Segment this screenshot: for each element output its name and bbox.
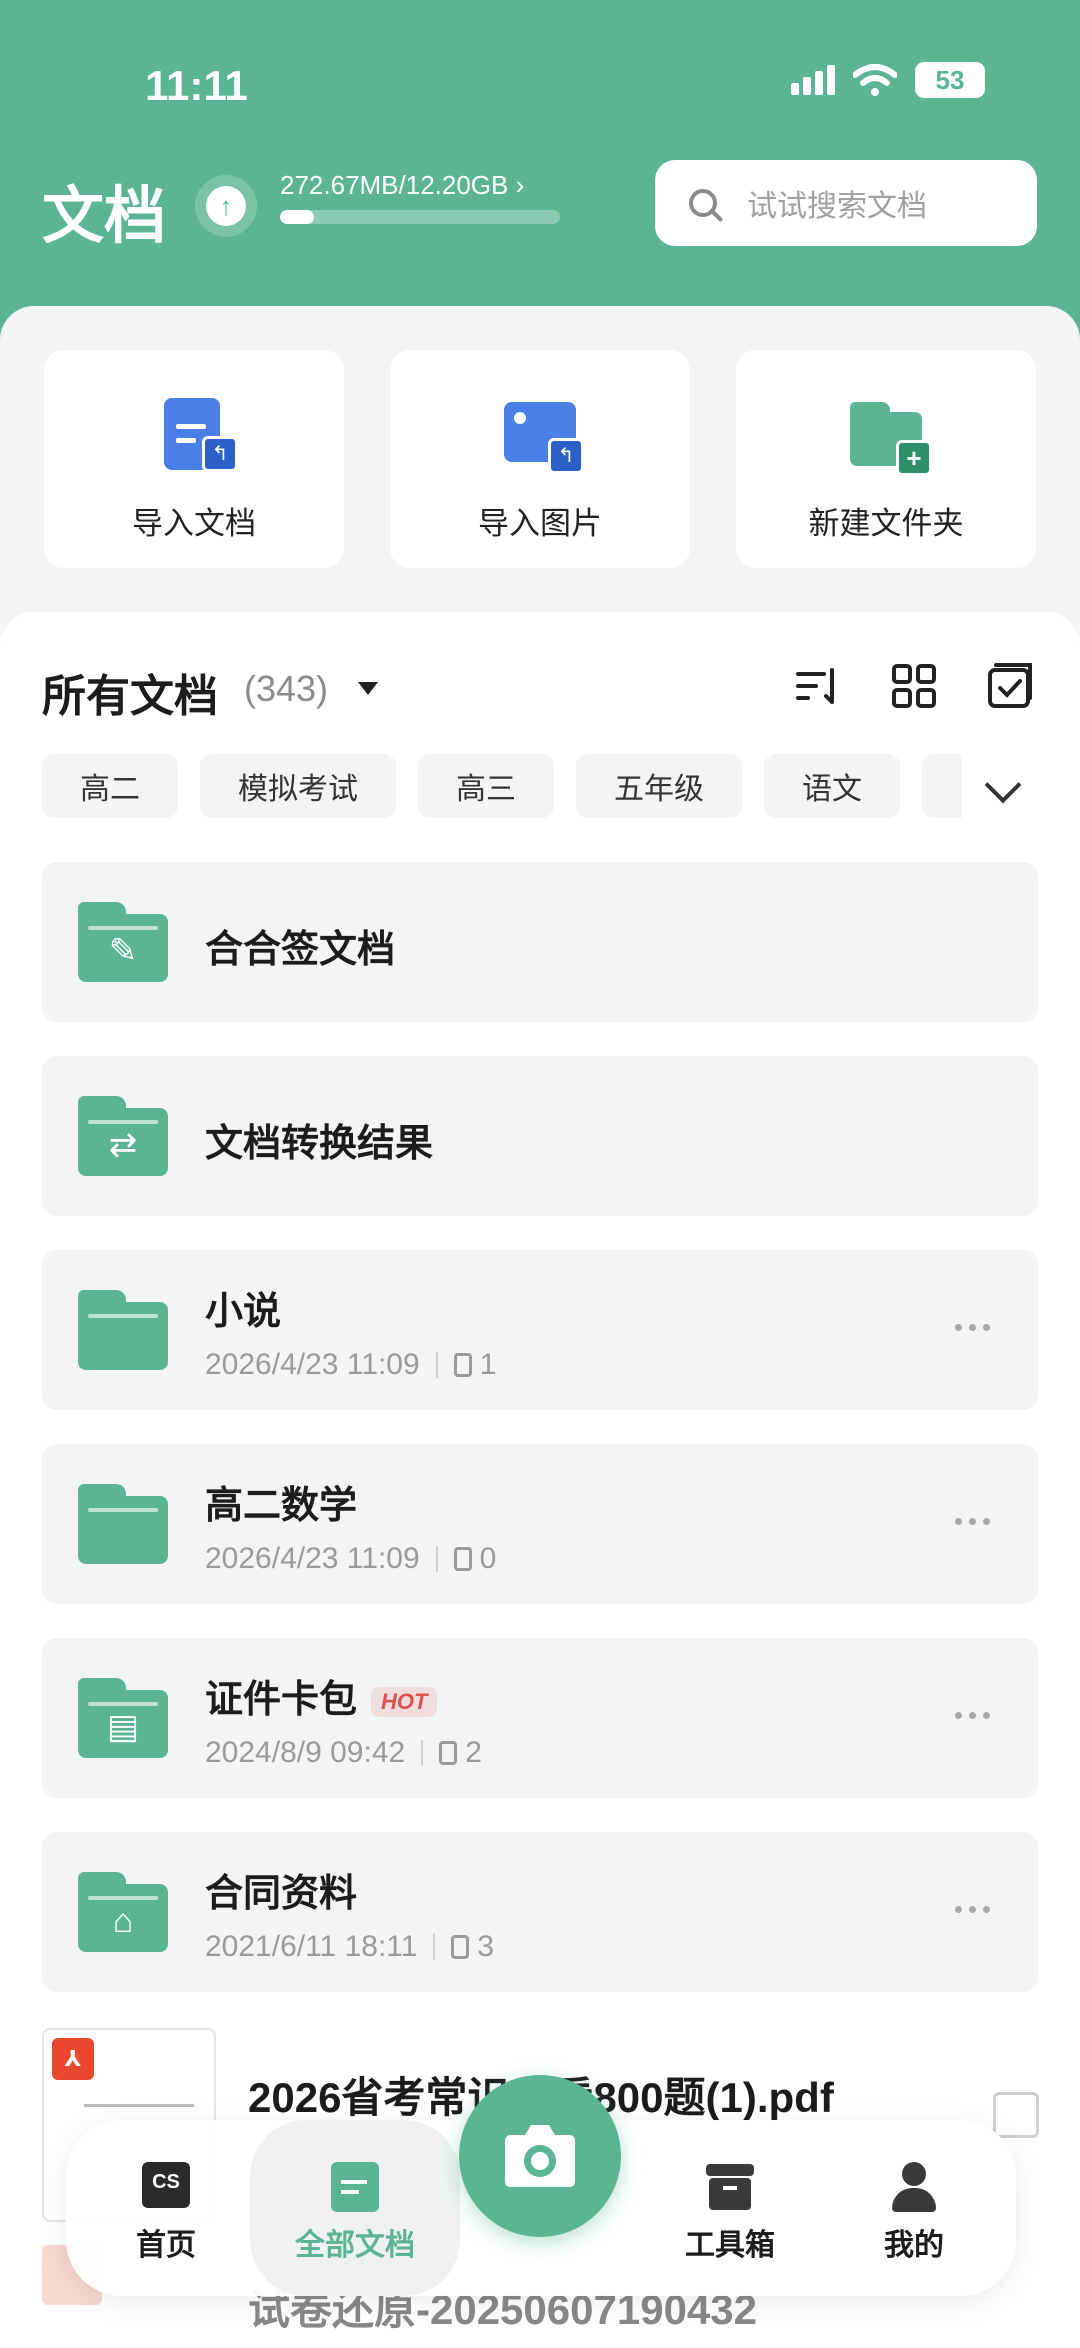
document-count-icon — [453, 1547, 472, 1571]
import-image-icon: ↰ — [500, 398, 584, 474]
convert-folder-icon: ⇄ — [78, 1096, 168, 1176]
cellular-signal-icon — [791, 65, 835, 95]
folder-name: 高二数学 — [205, 1485, 358, 1527]
signature-folder-icon: ✎ — [78, 902, 168, 982]
cloud-upload-icon: ↑ — [206, 186, 246, 226]
folder-row[interactable]: 高二数学 2026/4/23 11:09 0 — [42, 1444, 1038, 1604]
search-input[interactable]: 试试搜索文档 — [655, 160, 1037, 246]
folder-name: 合同资料 — [205, 1873, 358, 1915]
search-placeholder: 试试搜索文档 — [747, 190, 927, 223]
id-card-folder-icon: ▤ — [78, 1678, 168, 1758]
pdf-icon: ⅄ — [52, 2038, 94, 2080]
search-icon — [689, 189, 717, 217]
document-count[interactable]: (343) — [244, 668, 328, 710]
import-image-label: 导入图片 — [478, 506, 602, 541]
folder-row[interactable]: ⇄ 文档转换结果 — [42, 1056, 1038, 1216]
storage-usage-text: 272.67MB/12.20GB — [280, 170, 509, 200]
battery-icon: 53 — [915, 62, 985, 98]
chevron-right-icon: › — [515, 170, 525, 200]
new-folder-icon: + — [846, 398, 932, 476]
tag-chip[interactable]: 高三 — [418, 754, 554, 818]
tag-chip[interactable]: 五年级 — [576, 754, 742, 818]
storage-progress-bar — [280, 210, 560, 224]
grid-view-icon[interactable] — [890, 662, 938, 710]
folder-row[interactable]: ▤ 证件卡包 HOT 2024/8/9 09:42 2 — [42, 1638, 1038, 1798]
folder-icon — [78, 1290, 168, 1370]
tag-chip[interactable]: 高二 — [42, 754, 178, 818]
storage-progress-fill — [280, 210, 314, 224]
folder-date: 2026/4/23 11:09 — [205, 1542, 420, 1575]
folder-name: 证件卡包 HOT — [205, 1668, 438, 1723]
nav-all-documents-label: 全部文档 — [295, 2229, 415, 2262]
camera-icon — [505, 2125, 575, 2187]
status-time: 11:11 — [145, 62, 248, 109]
file-select-checkbox[interactable] — [993, 2092, 1039, 2138]
sort-icon[interactable] — [794, 662, 842, 710]
folder-icon — [78, 1484, 168, 1564]
folder-name: 合合签文档 — [205, 929, 396, 971]
more-options-icon[interactable] — [955, 1712, 990, 1719]
wifi-icon — [853, 64, 897, 96]
profile-icon — [890, 2162, 938, 2212]
folder-date: 2026/4/23 11:09 — [205, 1348, 420, 1381]
nav-profile[interactable]: 我的 — [834, 2120, 994, 2296]
multi-select-icon[interactable] — [986, 662, 1034, 710]
storage-usage[interactable]: 272.67MB/12.20GB › — [280, 170, 524, 201]
folder-meta: 2026/4/23 11:09 1 — [205, 1348, 496, 1382]
contract-folder-icon: ⌂ — [78, 1872, 168, 1952]
folder-row[interactable]: ✎ 合合签文档 — [42, 862, 1038, 1022]
document-count-icon — [439, 1741, 458, 1765]
folder-meta: 2021/6/11 18:11 3 — [205, 1930, 494, 1964]
folder-file-count: 2 — [465, 1736, 482, 1769]
more-options-icon[interactable] — [955, 1906, 990, 1913]
more-options-icon[interactable] — [955, 1324, 990, 1331]
nav-toolbox-label: 工具箱 — [685, 2229, 775, 2262]
more-options-icon[interactable] — [955, 1518, 990, 1525]
page-title: 文档 — [42, 182, 167, 251]
caret-down-icon[interactable] — [358, 682, 378, 695]
folder-file-count: 1 — [479, 1348, 497, 1381]
new-folder-button[interactable]: + 新建文件夹 — [736, 350, 1036, 568]
folder-name-text: 证件卡包 — [205, 1679, 358, 1721]
tag-chip-partial — [922, 754, 962, 818]
camera-scan-button[interactable] — [459, 2075, 621, 2237]
section-title[interactable]: 所有文档 — [42, 660, 218, 724]
folder-row[interactable]: 小说 2026/4/23 11:09 1 — [42, 1250, 1038, 1410]
hot-badge: HOT — [371, 1686, 438, 1717]
toolbox-icon — [706, 2162, 754, 2210]
import-doc-icon: ↰ — [154, 398, 238, 472]
nav-all-documents[interactable]: 全部文档 — [250, 2120, 460, 2296]
status-icons: 53 — [791, 62, 985, 98]
tag-chip[interactable]: 模拟考试 — [200, 754, 396, 818]
nav-profile-label: 我的 — [884, 2229, 944, 2262]
folder-meta: 2026/4/23 11:09 0 — [205, 1542, 496, 1576]
tag-filter-bar: 高二 模拟考试 高三 五年级 语文 — [42, 754, 962, 818]
import-document-button[interactable]: ↰ 导入文档 — [44, 350, 344, 568]
nav-home-label: 首页 — [136, 2229, 196, 2262]
folder-meta: 2024/8/9 09:42 2 — [205, 1736, 482, 1770]
folder-date: 2021/6/11 18:11 — [205, 1930, 418, 1963]
document-count-icon — [451, 1935, 470, 1959]
new-folder-label: 新建文件夹 — [808, 506, 964, 541]
folder-file-count: 3 — [477, 1930, 495, 1963]
folder-row[interactable]: ⌂ 合同资料 2021/6/11 18:11 3 — [42, 1832, 1038, 1992]
nav-home[interactable]: CS 首页 — [86, 2120, 246, 2296]
folder-name: 小说 — [205, 1291, 282, 1333]
folder-name: 文档转换结果 — [205, 1123, 434, 1165]
folder-file-count: 0 — [479, 1542, 497, 1575]
cloud-upload-button[interactable]: ↑ — [195, 175, 257, 237]
nav-toolbox[interactable]: 工具箱 — [650, 2120, 810, 2296]
import-document-label: 导入文档 — [132, 506, 256, 541]
import-image-button[interactable]: ↰ 导入图片 — [390, 350, 690, 568]
tag-chip[interactable]: 语文 — [764, 754, 900, 818]
home-cs-icon: CS — [142, 2162, 190, 2210]
document-count-icon — [453, 1353, 472, 1377]
all-docs-icon — [331, 2162, 379, 2212]
folder-date: 2024/8/9 09:42 — [205, 1736, 406, 1769]
